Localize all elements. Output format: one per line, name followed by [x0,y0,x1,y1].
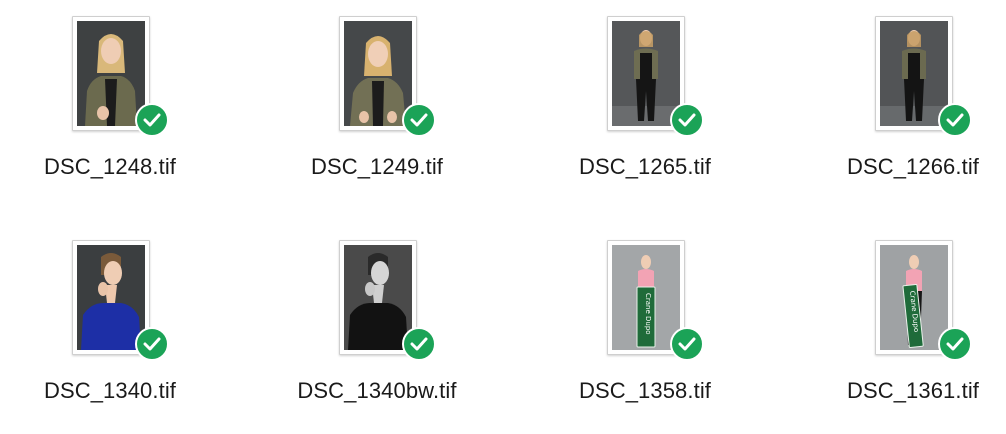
file-item[interactable]: Crane Dupo DSC_1358.tif [540,224,740,414]
checkmark-synced-icon [670,103,704,137]
file-item[interactable]: DSC_1248.tif [5,0,205,190]
file-name-label[interactable]: DSC_1340bw.tif [272,378,482,404]
checkmark-synced-icon [402,327,436,361]
checkmark-synced-icon [135,103,169,137]
checkmark-synced-icon [938,103,972,137]
photo-thumbnail-image: Crane Dupo [612,245,680,350]
file-item[interactable]: DSC_1340.tif [5,224,205,414]
file-name-label[interactable]: DSC_1266.tif [808,154,1006,180]
file-item[interactable]: DSC_1266.tif [808,0,1006,190]
file-item[interactable]: DSC_1249.tif [272,0,472,190]
file-item[interactable]: DSC_1265.tif [540,0,740,190]
file-name-label[interactable]: DSC_1249.tif [272,154,482,180]
photo-thumbnail-image [77,245,145,350]
checkmark-synced-icon [670,327,704,361]
file-item[interactable]: Crane Dupo DSC_1361.tif [808,224,1006,414]
file-name-label[interactable]: DSC_1248.tif [5,154,215,180]
photo-thumbnail-image [612,21,680,126]
file-icon-grid: DSC_1248.tif DSC_1249.tif DSC_1265.tif D… [0,0,1006,434]
checkmark-synced-icon [938,327,972,361]
checkmark-synced-icon [135,327,169,361]
photo-thumbnail-image: Crane Dupo [880,245,948,350]
street-sign-text: Crane Dupo [644,293,652,335]
file-name-label[interactable]: DSC_1361.tif [808,378,1006,404]
photo-thumbnail-image [880,21,948,126]
photo-thumbnail-image [344,21,412,126]
checkmark-synced-icon [402,103,436,137]
file-name-label[interactable]: DSC_1340.tif [5,378,215,404]
file-name-label[interactable]: DSC_1358.tif [540,378,750,404]
photo-thumbnail-image [344,245,412,350]
photo-thumbnail-image [77,21,145,126]
file-name-label[interactable]: DSC_1265.tif [540,154,750,180]
file-item[interactable]: DSC_1340bw.tif [272,224,472,414]
